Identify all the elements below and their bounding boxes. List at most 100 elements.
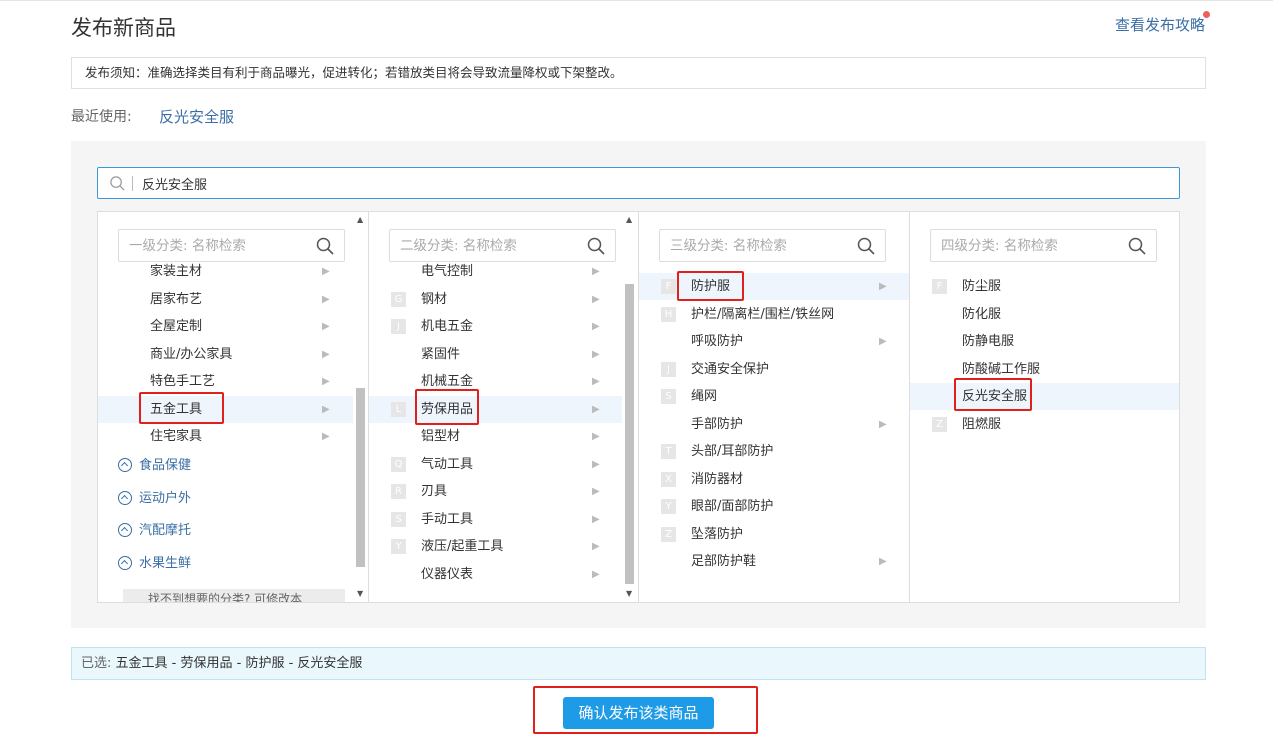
level3-search-input[interactable]	[670, 236, 850, 256]
confirm-publish-button[interactable]: 确认发布该类商品	[563, 697, 714, 729]
level1-search-input[interactable]	[129, 236, 309, 256]
recent-label: 最近使用:	[71, 109, 132, 125]
list-item[interactable]: 铝型材 ▶	[369, 423, 622, 450]
list-item[interactable]: 电气控制 ▶	[369, 258, 622, 285]
item-label: 商业/办公家具	[150, 346, 233, 362]
list-item[interactable]: 足部防护鞋 ▶	[639, 548, 909, 575]
list-item[interactable]: Y 液压/起重工具 ▶	[369, 533, 622, 560]
search-icon[interactable]	[1128, 237, 1146, 255]
scroll-down-icon[interactable]: ▼	[626, 589, 632, 598]
chevron-right-icon: ▶	[592, 403, 600, 415]
list-item[interactable]: 紧固件 ▶	[369, 341, 622, 368]
item-label: 手动工具	[421, 511, 474, 527]
letter-badge: J	[661, 361, 676, 377]
list-item[interactable]: R 刃具 ▶	[369, 478, 622, 505]
list-item[interactable]: 特色手工艺 ▶	[98, 368, 353, 395]
item-label: 特色手工艺	[150, 374, 216, 389]
item-label: 头部/耳部防护	[691, 444, 774, 459]
list-item[interactable]: 防化服	[910, 301, 1179, 328]
list-item[interactable]: Q 气动工具 ▶	[369, 451, 622, 478]
list-item[interactable]: 防酸碱工作服	[910, 356, 1179, 383]
publish-notice: 发布须知：准确选择类目有利于商品曝光，促进转化；若错放类目将会导致流量降权或下架…	[71, 57, 1206, 89]
level4-search[interactable]	[930, 229, 1157, 262]
group-label: 汽配摩托	[139, 523, 192, 538]
list-item[interactable]: 五金工具 ▶	[98, 395, 353, 423]
recent-category-link[interactable]: 反光安全服	[159, 106, 234, 127]
list-item[interactable]: 商业/办公家具 ▶	[98, 341, 353, 368]
item-label: 紧固件	[421, 346, 461, 362]
list-item[interactable]: H 护栏/隔离栏/围栏/铁丝网	[639, 301, 909, 328]
chevron-right-icon: ▶	[322, 431, 330, 442]
item-label: 居家布艺	[150, 291, 203, 307]
list-item[interactable]: 反光安全服	[910, 383, 1179, 410]
item-label: 绳网	[691, 389, 718, 404]
category-search-input[interactable]	[142, 173, 1042, 194]
level4-search-input[interactable]	[941, 236, 1121, 256]
list-item[interactable]: S 绳网	[639, 383, 909, 410]
list-item[interactable]: X 消防器材	[639, 466, 909, 493]
level3-search[interactable]	[659, 229, 886, 262]
level4-column: F 防尘服防化服防静电服防酸碱工作服反光安全服 Z 阻燃服	[910, 212, 1179, 602]
scroll-down-icon[interactable]: ▼	[357, 589, 363, 598]
search-icon[interactable]	[316, 237, 334, 255]
list-item[interactable]: T 头部/耳部防护	[639, 438, 909, 465]
chevron-right-icon: ▶	[322, 403, 330, 415]
list-item[interactable]: J 机电五金 ▶	[369, 313, 622, 340]
letter-badge: Q	[391, 456, 406, 472]
level2-scrollbar[interactable]: ▲ ▼	[623, 212, 636, 602]
list-item[interactable]: 手部防护 ▶	[639, 411, 909, 438]
list-item[interactable]: 家装主材 ▶	[98, 258, 353, 285]
item-label: 刃具	[421, 484, 448, 499]
item-label: 气动工具	[421, 456, 474, 472]
list-item[interactable]: 住宅家具 ▶	[98, 423, 353, 450]
item-label: 足部防护鞋	[691, 554, 757, 569]
list-item[interactable]: Z 阻燃服	[910, 411, 1179, 438]
list-item[interactable]: Y 眼部/面部防护	[639, 493, 909, 520]
list-item[interactable]: 防静电服	[910, 328, 1179, 355]
category-columns: 家装主材▶居家布艺▶全屋定制▶商业/办公家具▶特色手工艺▶五金工具▶住宅家具▶ …	[97, 211, 1180, 603]
list-item[interactable]: 仪器仪表 ▶	[369, 561, 622, 588]
list-item[interactable]: F 防尘服	[910, 273, 1179, 300]
list-item[interactable]: 全屋定制 ▶	[98, 313, 353, 340]
top-divider	[0, 0, 1273, 1]
list-item[interactable]: 机械五金 ▶	[369, 368, 622, 395]
letter-badge: S	[391, 511, 406, 527]
list-item[interactable]: L 劳保用品 ▶	[369, 395, 622, 423]
level1-scrollbar[interactable]: ▲ ▼	[354, 212, 367, 602]
search-separator	[132, 176, 133, 191]
list-item[interactable]: S 手动工具 ▶	[369, 506, 622, 533]
level1-column: 家装主材▶居家布艺▶全屋定制▶商业/办公家具▶特色手工艺▶五金工具▶住宅家具▶ …	[98, 212, 369, 602]
search-icon[interactable]	[857, 237, 875, 255]
scroll-up-icon[interactable]: ▲	[626, 215, 632, 224]
chevron-right-icon: ▶	[592, 458, 600, 470]
item-label: 液压/起重工具	[421, 539, 504, 554]
item-label: 钢材	[421, 291, 448, 307]
page-title: 发布新商品	[71, 16, 176, 40]
chevron-right-icon: ▶	[592, 513, 600, 525]
scroll-thumb[interactable]	[356, 388, 365, 567]
item-label: 五金工具	[150, 401, 203, 417]
list-item[interactable]: F 防护服 ▶	[639, 273, 909, 300]
item-label: 家装主材	[150, 264, 203, 279]
list-item[interactable]: J 交通安全保护	[639, 356, 909, 383]
list-item[interactable]: Z 坠落防护	[639, 521, 909, 548]
list-item[interactable]: 居家布艺 ▶	[98, 286, 353, 313]
search-icon[interactable]	[587, 237, 605, 255]
group-label: 运动户外	[139, 490, 192, 506]
chevron-right-icon: ▶	[879, 556, 887, 567]
letter-badge: Z	[661, 526, 676, 542]
item-label: 劳保用品	[421, 401, 474, 417]
level2-search-input[interactable]	[400, 236, 580, 256]
list-item[interactable]: G 钢材 ▶	[369, 286, 622, 313]
list-item[interactable]: 呼吸防护 ▶	[639, 328, 909, 355]
letter-badge: S	[661, 389, 676, 404]
help-text[interactable]: 找不到想要的分类? 可修改本	[123, 589, 345, 602]
chevron-right-icon: ▶	[879, 336, 887, 347]
scroll-up-icon[interactable]: ▲	[357, 215, 363, 224]
item-label: 眼部/面部防护	[691, 499, 774, 514]
scroll-thumb[interactable]	[625, 284, 634, 584]
chevron-right-icon: ▶	[322, 376, 330, 387]
chevron-right-icon: ▶	[592, 321, 600, 332]
category-search-bar[interactable]	[97, 167, 1180, 199]
publish-guide-link[interactable]: 查看发布攻略	[1115, 11, 1210, 35]
